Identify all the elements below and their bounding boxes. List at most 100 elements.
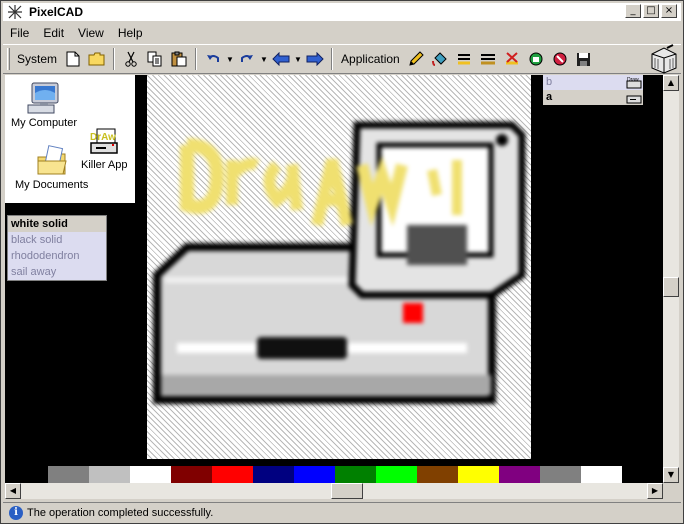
menu-help[interactable]: Help xyxy=(111,26,150,40)
grab-button[interactable] xyxy=(525,48,547,70)
arrow-left-icon xyxy=(272,52,290,66)
style-list-item[interactable]: rhododendron xyxy=(8,248,106,264)
layer-style-button[interactable] xyxy=(477,48,499,70)
pixelcad-app-icon xyxy=(7,4,23,20)
pencil-tool-button[interactable] xyxy=(405,48,427,70)
redo-icon xyxy=(241,55,254,62)
palette-swatch[interactable] xyxy=(89,466,130,483)
layer-thumbnail-icon: Draw xyxy=(626,77,642,89)
paste-button[interactable] xyxy=(168,48,190,70)
window-controls: _ □ × xyxy=(625,4,677,18)
palette-swatch[interactable] xyxy=(581,466,622,483)
palette-swatch[interactable] xyxy=(540,466,581,483)
copy-button[interactable] xyxy=(144,48,166,70)
delete-button[interactable] xyxy=(501,48,523,70)
scroll-up-button[interactable]: ▲ xyxy=(663,75,679,91)
fill-tool-button[interactable] xyxy=(429,48,451,70)
desktop-item-my-computer[interactable]: My Computer xyxy=(11,81,77,129)
toolbar: System ▼ ▼ ▼ Application xyxy=(3,44,681,74)
drawing-app-icon: DrAw xyxy=(90,128,118,154)
copy-icon xyxy=(147,51,162,67)
pencil-icon xyxy=(409,51,424,66)
toolbar-separator xyxy=(331,48,334,70)
layer-name: b xyxy=(546,76,553,88)
app-window: PixelCAD _ □ × File Edit View Help Syste… xyxy=(0,0,684,524)
desktop-item-label: My Computer xyxy=(11,117,78,129)
drawing-canvas[interactable] xyxy=(147,75,531,459)
new-file-icon xyxy=(66,51,80,67)
palette-swatch[interactable] xyxy=(458,466,499,483)
palette-swatch[interactable] xyxy=(212,466,253,483)
computer-icon xyxy=(27,82,59,114)
layer-row[interactable]: b Draw xyxy=(543,75,643,90)
toolbar-grip[interactable] xyxy=(7,48,10,70)
horizontal-scrollbar[interactable]: ◀ ▶ xyxy=(5,483,663,499)
menu-edit[interactable]: Edit xyxy=(36,26,71,40)
layer-thumbnail-icon xyxy=(626,95,642,104)
status-message: The operation completed successfully. xyxy=(27,506,214,519)
toolbar-separator xyxy=(195,48,198,70)
desktop-panel: My Computer DrAw Killer App My Documents xyxy=(5,75,135,203)
svg-text:DrAw: DrAw xyxy=(90,132,116,143)
redo-button[interactable] xyxy=(236,48,258,70)
desktop-item-my-documents[interactable]: My Documents xyxy=(15,145,88,191)
drawing-workspace[interactable]: My Computer DrAw Killer App My Documents… xyxy=(5,75,663,483)
palette-swatch[interactable] xyxy=(294,466,335,483)
vertical-scrollbar[interactable]: ▲ ▼ xyxy=(663,75,679,483)
style-list-item[interactable]: sail away xyxy=(8,264,106,280)
scroll-right-button[interactable]: ▶ xyxy=(647,483,663,499)
open-folder-icon xyxy=(88,52,105,66)
line-style-icon xyxy=(457,54,470,65)
title-bar[interactable]: PixelCAD _ □ × xyxy=(3,3,681,21)
cut-button[interactable] xyxy=(120,48,142,70)
scissors-icon xyxy=(125,51,137,67)
delete-icon xyxy=(505,52,518,65)
window-title: PixelCAD xyxy=(29,5,84,19)
color-palette xyxy=(48,466,622,483)
palette-swatch[interactable] xyxy=(130,466,171,483)
new-file-button[interactable] xyxy=(62,48,84,70)
red-object-icon xyxy=(553,52,567,66)
layer-stack-icon xyxy=(480,54,495,65)
palette-swatch[interactable] xyxy=(253,466,294,483)
line-style-button[interactable] xyxy=(453,48,475,70)
vertical-scroll-thumb[interactable] xyxy=(663,277,679,297)
back-button[interactable] xyxy=(270,48,292,70)
palette-swatch[interactable] xyxy=(335,466,376,483)
style-list-item[interactable]: black solid xyxy=(8,232,106,248)
palette-swatch[interactable] xyxy=(171,466,212,483)
open-folder-button[interactable] xyxy=(86,48,108,70)
minimize-button[interactable]: _ xyxy=(625,4,641,18)
paint-bucket-icon xyxy=(431,52,447,66)
palette-swatch[interactable] xyxy=(499,466,540,483)
folder-documents-icon xyxy=(37,145,67,175)
save-button[interactable] xyxy=(573,48,595,70)
menu-bar: File Edit View Help xyxy=(3,23,681,42)
forward-button[interactable] xyxy=(304,48,326,70)
style-list-item[interactable]: white solid xyxy=(8,216,106,232)
palette-swatch[interactable] xyxy=(48,466,89,483)
stop-button[interactable] xyxy=(549,48,571,70)
undo-button[interactable] xyxy=(202,48,224,70)
green-object-icon xyxy=(529,52,543,66)
scroll-left-button[interactable]: ◀ xyxy=(5,483,21,499)
maximize-button[interactable]: □ xyxy=(643,4,659,18)
toolbox-button[interactable] xyxy=(647,43,681,75)
back-dropdown-arrow[interactable]: ▼ xyxy=(293,48,303,70)
svg-text:Draw: Draw xyxy=(627,77,639,83)
toolbar-separator xyxy=(113,48,116,70)
floppy-disk-icon xyxy=(577,52,591,66)
close-button[interactable]: × xyxy=(661,4,677,18)
layer-row[interactable]: a xyxy=(543,90,643,105)
palette-swatch[interactable] xyxy=(417,466,458,483)
redo-dropdown-arrow[interactable]: ▼ xyxy=(259,48,269,70)
info-icon: i xyxy=(9,505,23,520)
menu-view[interactable]: View xyxy=(71,26,111,40)
undo-dropdown-arrow[interactable]: ▼ xyxy=(225,48,235,70)
menu-file[interactable]: File xyxy=(3,26,36,40)
horizontal-scroll-thumb[interactable] xyxy=(331,483,363,499)
palette-swatch[interactable] xyxy=(376,466,417,483)
status-bar: i The operation completed successfully. xyxy=(3,502,681,522)
layer-panel: b Draw a xyxy=(543,75,643,105)
scroll-down-button[interactable]: ▼ xyxy=(663,467,679,483)
